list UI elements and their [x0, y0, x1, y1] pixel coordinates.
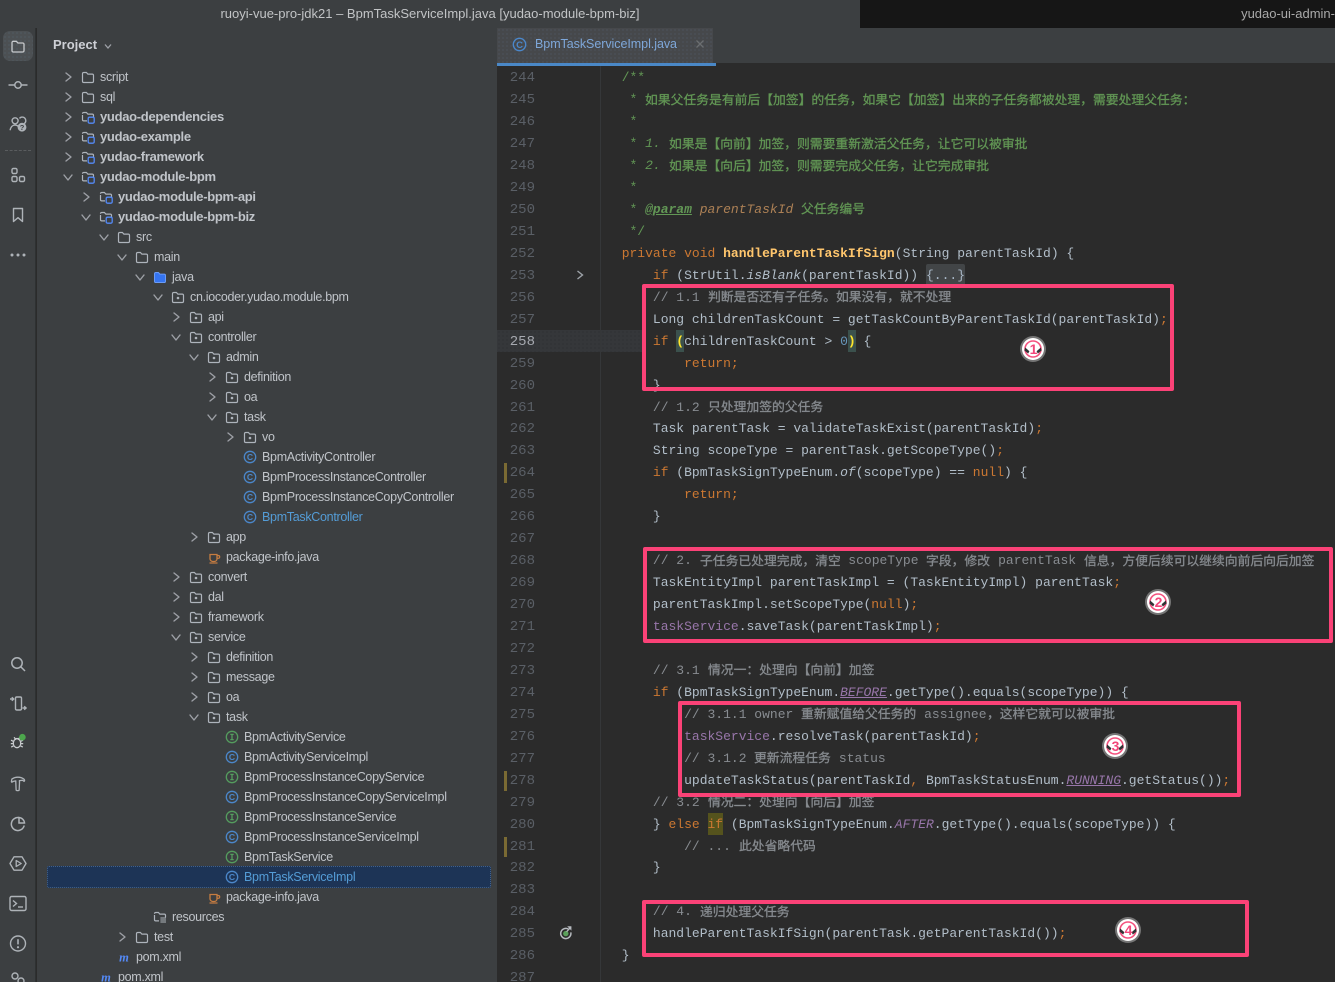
svg-text:1: 1 — [1030, 341, 1038, 357]
svg-text:2: 2 — [1155, 594, 1163, 610]
svg-text:4: 4 — [1125, 922, 1133, 938]
svg-text:3: 3 — [1112, 738, 1120, 754]
svg-text:C: C — [516, 40, 523, 51]
